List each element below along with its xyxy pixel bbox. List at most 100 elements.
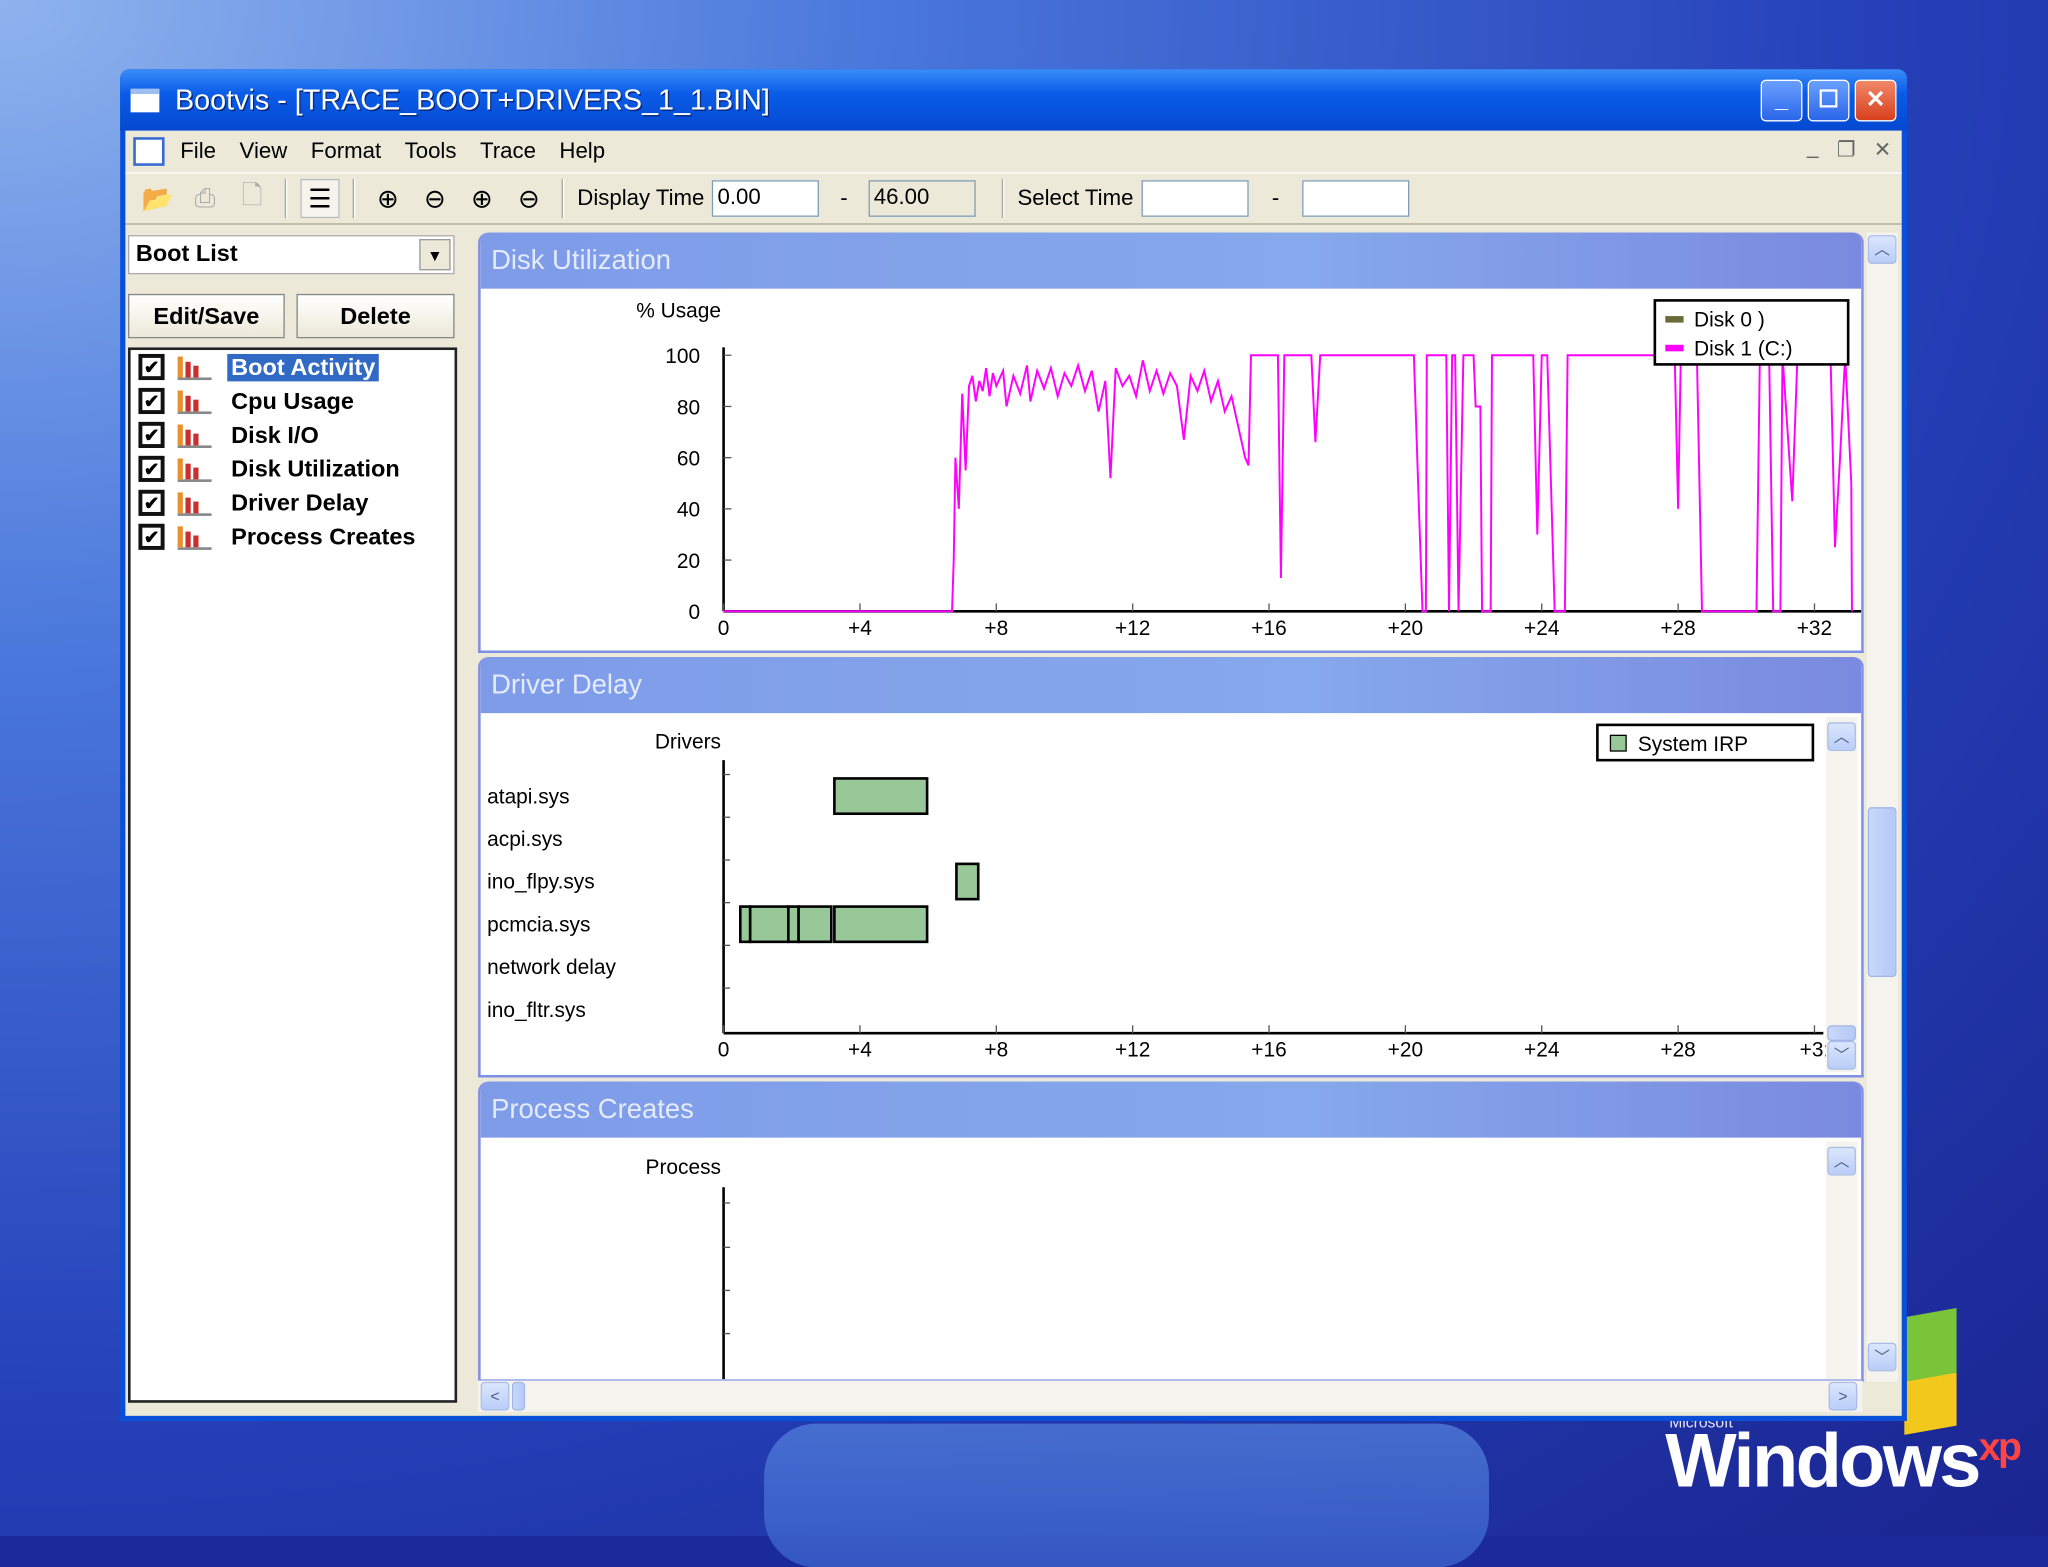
- category-label: ino_flpy.sys: [487, 871, 595, 894]
- list-view-icon[interactable]: ☰: [300, 179, 339, 218]
- x-tick-label: +20: [1388, 1039, 1423, 1062]
- driver-scrollbar[interactable]: ︿ ﹀: [1826, 717, 1857, 1072]
- menu-trace[interactable]: Trace: [480, 138, 536, 164]
- scroll-thumb[interactable]: [512, 1382, 525, 1411]
- bar-segment: [834, 778, 927, 813]
- scroll-thumb[interactable]: [1868, 807, 1897, 977]
- scroll-right-icon[interactable]: >: [1829, 1382, 1858, 1411]
- x-tick-label: +32: [1797, 617, 1832, 640]
- graph-list-item[interactable]: ✔Disk Utilization: [131, 452, 455, 486]
- minimize-button[interactable]: _: [1761, 79, 1803, 121]
- zoom-in-icon[interactable]: ⊕: [368, 179, 407, 218]
- select-time-start-input[interactable]: [1141, 180, 1248, 217]
- menu-file[interactable]: File: [180, 138, 216, 164]
- maximize-button[interactable]: ☐: [1808, 79, 1850, 121]
- graph-list-item[interactable]: ✔Disk I/O: [131, 418, 455, 452]
- close-button[interactable]: ✕: [1855, 79, 1897, 121]
- process-scrollbar[interactable]: ︿: [1826, 1142, 1857, 1382]
- scroll-up-icon[interactable]: ︿: [1827, 1147, 1856, 1176]
- scroll-left-icon[interactable]: <: [481, 1382, 510, 1411]
- bar-chart-icon: [178, 422, 212, 448]
- graph-list-item[interactable]: ✔ Driver Delay: [131, 486, 455, 520]
- print-icon[interactable]: ⎙: [185, 179, 224, 218]
- checkbox[interactable]: ✔: [138, 456, 164, 482]
- menu-help[interactable]: Help: [559, 138, 605, 164]
- graph-list-item[interactable]: ✔Cpu Usage: [131, 384, 455, 418]
- windows-xp-logo: Windowsxp: [1665, 1417, 2019, 1505]
- scroll-thumb[interactable]: [1827, 1025, 1856, 1041]
- chevron-down-icon[interactable]: ▼: [419, 239, 450, 270]
- x-tick-label: +16: [1251, 1039, 1286, 1062]
- checkbox[interactable]: ✔: [138, 524, 164, 550]
- menu-view[interactable]: View: [240, 138, 288, 164]
- mdi-close-button[interactable]: ✕: [1874, 137, 1892, 163]
- toolbar-separator: [562, 179, 565, 218]
- x-tick-label: +4: [848, 1039, 872, 1062]
- checkbox[interactable]: ✔: [138, 388, 164, 414]
- checkbox[interactable]: ✔: [138, 354, 164, 380]
- scroll-down-icon[interactable]: ﹀: [1868, 1343, 1897, 1372]
- graph-list-label: Driver Delay: [227, 489, 372, 516]
- bootvis-window: Bootvis - [TRACE_BOOT+DRIVERS_1_1.BIN] _…: [120, 69, 1907, 1421]
- title-bar[interactable]: Bootvis - [TRACE_BOOT+DRIVERS_1_1.BIN] _…: [120, 69, 1907, 130]
- driver-delay-chart: Driversatapi.sysacpi.sysino_flpy.syspcmc…: [481, 713, 1826, 1075]
- series-disk-1-line: [724, 355, 1852, 611]
- document-icon[interactable]: [133, 137, 164, 166]
- panel-title: Process Creates: [481, 1081, 1862, 1137]
- zoom-out-time-icon[interactable]: ⊖: [509, 179, 548, 218]
- x-tick-label: +16: [1251, 617, 1286, 640]
- select-time-end-input[interactable]: [1303, 180, 1410, 217]
- checkbox[interactable]: ✔: [138, 490, 164, 516]
- y-axis-label: Process: [646, 1156, 721, 1179]
- bar-chart-icon: [178, 524, 212, 550]
- x-tick-label: 0: [718, 617, 730, 640]
- main-vertical-scrollbar[interactable]: ︿ ﹀: [1866, 232, 1897, 1381]
- toolbar: 📂 ⎙ 🗋 ☰ ⊕ ⊖ ⊕ ⊖ Display Time 0.00 - 46.0…: [125, 172, 1901, 224]
- scroll-up-icon[interactable]: ︿: [1827, 722, 1856, 751]
- window-title: Bootvis - [TRACE_BOOT+DRIVERS_1_1.BIN]: [175, 83, 770, 117]
- sidebar: Boot List▼ Edit/Save Delete ✔Boot Activi…: [128, 230, 457, 1403]
- menu-tools[interactable]: Tools: [405, 138, 457, 164]
- display-time-start-input[interactable]: 0.00: [712, 180, 819, 217]
- driver-delay-panel: Driver Delay Driversatapi.sysacpi.sysino…: [478, 657, 1864, 1078]
- windows-flag-logo: [1904, 1308, 1956, 1435]
- mdi-restore-button[interactable]: ❐: [1837, 137, 1856, 163]
- checkbox[interactable]: ✔: [138, 422, 164, 448]
- zoom-in-time-icon[interactable]: ⊕: [462, 179, 501, 218]
- open-folder-icon[interactable]: 📂: [138, 179, 177, 218]
- y-tick-label: 60: [677, 448, 700, 471]
- toolbar-separator: [1002, 179, 1005, 218]
- panel-title: Driver Delay: [481, 657, 1862, 713]
- bar-chart-icon: [178, 354, 212, 380]
- y-tick-label: 100: [665, 345, 700, 368]
- bar-segment: [788, 907, 798, 942]
- y-axis-label: % Usage: [636, 299, 721, 322]
- graph-list-item[interactable]: ✔ Process Creates: [131, 520, 455, 554]
- select-time-separator: -: [1272, 185, 1279, 211]
- menu-format[interactable]: Format: [311, 138, 381, 164]
- legend-label: Disk 1 (C:): [1694, 337, 1793, 360]
- display-time-end-input[interactable]: 46.00: [869, 180, 976, 217]
- scroll-up-icon[interactable]: ︿: [1868, 235, 1897, 264]
- x-tick-label: +12: [1115, 1039, 1150, 1062]
- mdi-minimize-button[interactable]: _: [1807, 137, 1819, 163]
- edit-save-button[interactable]: Edit/Save: [128, 294, 285, 338]
- x-tick-label: +24: [1524, 1039, 1559, 1062]
- graph-list-item[interactable]: ✔Boot Activity: [131, 350, 455, 384]
- delete-button[interactable]: Delete: [296, 294, 454, 338]
- boot-list-combo[interactable]: Boot List▼: [128, 235, 455, 274]
- disk-utilization-panel: Disk Utilization % Usage0204060801000+4+…: [478, 232, 1864, 653]
- y-tick-label: 40: [677, 499, 700, 522]
- bar-chart-icon: [178, 456, 212, 482]
- zoom-out-icon[interactable]: ⊖: [415, 179, 454, 218]
- graph-list-label: Process Creates: [227, 523, 419, 550]
- display-time-label: Display Time: [577, 185, 704, 211]
- print-preview-icon[interactable]: 🗋: [232, 179, 271, 218]
- x-tick-label: +4: [848, 617, 872, 640]
- y-tick-label: 80: [677, 396, 700, 419]
- horizontal-scrollbar[interactable]: < >: [478, 1381, 1862, 1412]
- bar-segment: [834, 907, 927, 942]
- taskbar-glow: [764, 1424, 1489, 1567]
- scroll-down-icon[interactable]: ﹀: [1827, 1041, 1856, 1070]
- x-tick-label: +8: [984, 617, 1008, 640]
